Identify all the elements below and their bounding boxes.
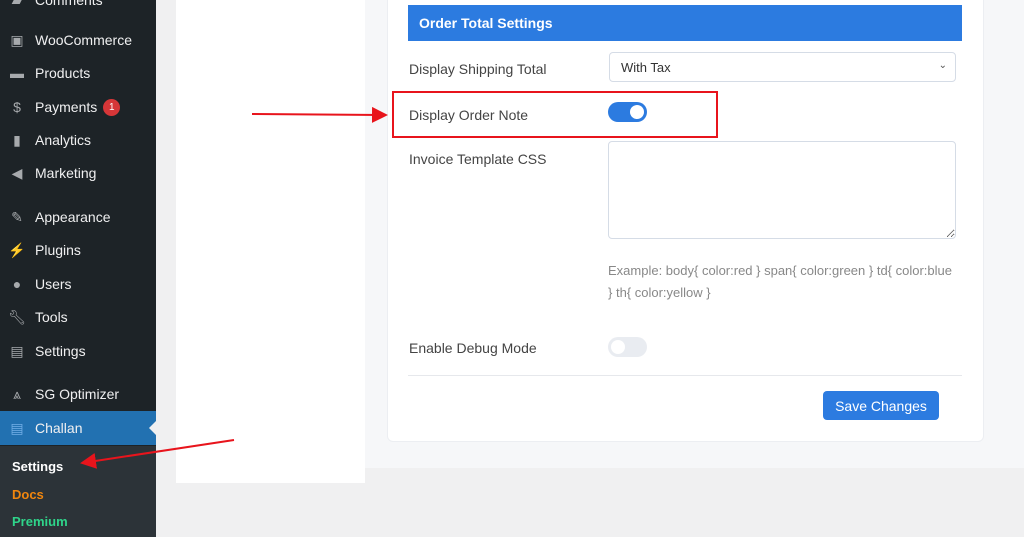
annotation-arrow (251, 106, 388, 123)
annotation-arrow (80, 439, 235, 469)
annotation-arrows (80, 106, 388, 469)
